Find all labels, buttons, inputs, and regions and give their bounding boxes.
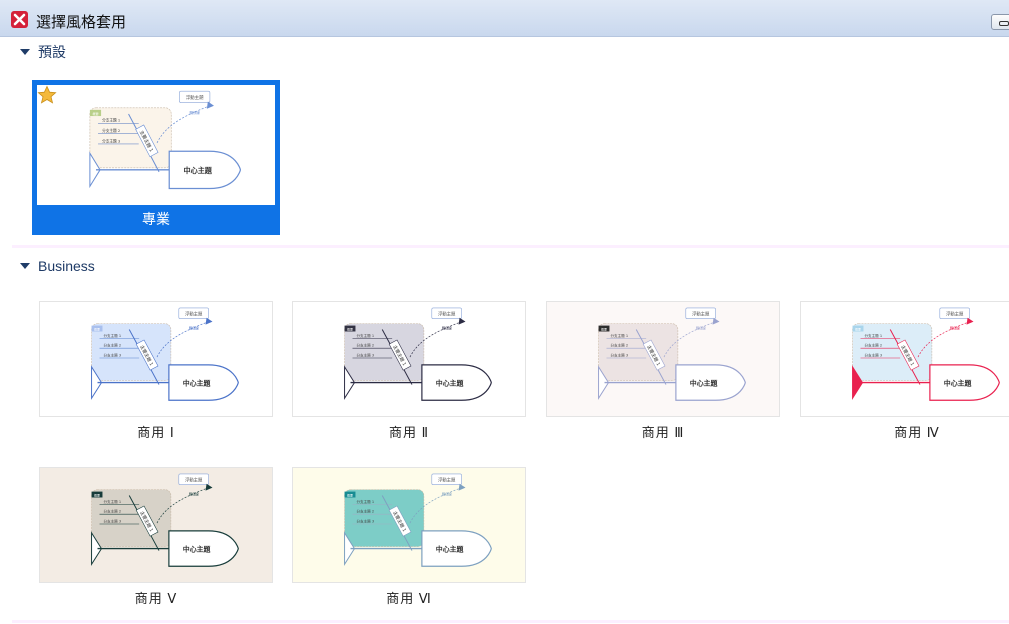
svg-text:浮動主題: 浮動主題 (946, 310, 964, 317)
svg-text:分支主題 2: 分支主題 2 (356, 343, 374, 348)
svg-text:中心主題: 中心主題 (436, 545, 464, 554)
section-default-header[interactable]: 預設 (20, 42, 66, 62)
svg-text:關係線: 關係線 (442, 326, 453, 331)
svg-text:概要: 概要 (92, 111, 98, 116)
svg-text:浮動主題: 浮動主題 (185, 476, 203, 483)
svg-text:分支主題 1: 分支主題 1 (103, 333, 121, 338)
svg-text:分支主題 1: 分支主題 1 (356, 499, 374, 504)
restore-window-button[interactable] (991, 14, 1009, 30)
svg-text:分支主題 2: 分支主題 2 (103, 509, 121, 514)
svg-text:分支主題 1: 分支主題 1 (610, 333, 628, 338)
svg-text:分支主題 3: 分支主題 3 (610, 353, 628, 358)
svg-text:分支主題 1: 分支主題 1 (103, 499, 121, 504)
svg-text:浮動主題: 浮動主題 (438, 310, 456, 317)
svg-text:中心主題: 中心主題 (690, 379, 718, 388)
svg-text:分支主題 2: 分支主題 2 (103, 343, 121, 348)
svg-text:分支主題 3: 分支主題 3 (356, 353, 374, 358)
style-card-business-3[interactable]: 概要 分支主題 1 分支主題 2 分支主題 3 主要主題 1 浮動主題 關係線 … (546, 301, 780, 441)
caret-down-icon (20, 263, 30, 269)
title-bar: 選擇風格套用 (0, 0, 1009, 37)
style-card-label: 商用 Ⅰ (137, 425, 175, 440)
style-thumbnail: 概要 分支主題 1 分支主題 2 分支主題 3 主要主題 1 浮動主題 關係線 … (39, 467, 273, 583)
style-card-label: 商用 Ⅳ (894, 425, 940, 440)
style-card-label: 專業 (142, 211, 170, 227)
svg-text:浮動主題: 浮動主題 (186, 94, 204, 101)
svg-text:中心主題: 中心主題 (183, 379, 211, 388)
svg-text:分支主題 2: 分支主題 2 (610, 343, 628, 348)
style-card-professional[interactable]: 概要 分支主題 1 分支主題 2 分支主題 3 主要主題 1 浮動主題 關係線 … (32, 80, 280, 235)
style-card-business-6[interactable]: 概要 分支主題 1 分支主題 2 分支主題 3 主要主題 1 浮動主題 關係線 … (292, 467, 526, 607)
style-thumbnail: 概要 分支主題 1 分支主題 2 分支主題 3 主要主題 1 浮動主題 關係線 … (292, 301, 526, 417)
svg-text:分支主題 1: 分支主題 1 (102, 118, 120, 123)
style-card-label: 商用 Ⅱ (388, 425, 429, 440)
svg-text:概要: 概要 (94, 327, 100, 332)
svg-text:浮動主題: 浮動主題 (438, 476, 456, 483)
section-business-header[interactable]: Business (20, 256, 95, 276)
svg-text:概要: 概要 (347, 327, 353, 332)
svg-text:浮動主題: 浮動主題 (692, 310, 710, 317)
svg-text:概要: 概要 (601, 327, 607, 332)
svg-text:分支主題 3: 分支主題 3 (103, 353, 121, 358)
caret-down-icon (20, 49, 30, 55)
window-title: 選擇風格套用 (36, 14, 127, 31)
style-thumbnail: 概要 分支主題 1 分支主題 2 分支主題 3 主要主題 1 浮動主題 關係線 … (39, 301, 273, 417)
style-thumbnail: 概要 分支主題 1 分支主題 2 分支主題 3 主要主題 1 浮動主題 關係線 … (292, 467, 526, 583)
svg-text:關係線: 關係線 (950, 326, 961, 331)
style-card-business-5[interactable]: 概要 分支主題 1 分支主題 2 分支主題 3 主要主題 1 浮動主題 關係線 … (39, 467, 273, 607)
style-card-label: 商用 Ⅵ (386, 591, 432, 606)
svg-text:分支主題 2: 分支主題 2 (864, 343, 882, 348)
svg-text:關係線: 關係線 (190, 110, 201, 115)
star-icon (37, 85, 57, 110)
svg-text:分支主題 1: 分支主題 1 (864, 333, 882, 338)
svg-text:中心主題: 中心主題 (436, 379, 464, 388)
svg-text:分支主題 3: 分支主題 3 (356, 519, 374, 524)
svg-text:分支主題 3: 分支主題 3 (864, 353, 882, 358)
svg-text:關係線: 關係線 (442, 492, 453, 497)
svg-text:浮動主題: 浮動主題 (185, 310, 203, 317)
restore-icon (999, 21, 1009, 26)
svg-text:分支主題 2: 分支主題 2 (102, 128, 120, 133)
style-thumbnail: 概要 分支主題 1 分支主題 2 分支主題 3 主要主題 1 浮動主題 關係線 … (800, 301, 1009, 417)
style-card-label: 商用 Ⅲ (641, 425, 685, 440)
style-card-business-4[interactable]: 概要 分支主題 1 分支主題 2 分支主題 3 主要主題 1 浮動主題 關係線 … (800, 301, 1009, 441)
style-card-business-1[interactable]: 概要 分支主題 1 分支主題 2 分支主題 3 主要主題 1 浮動主題 關係線 … (39, 301, 273, 441)
svg-text:分支主題 3: 分支主題 3 (102, 138, 121, 143)
section-default-label: 預設 (38, 44, 66, 60)
svg-text:概要: 概要 (94, 493, 100, 498)
svg-text:概要: 概要 (347, 493, 353, 498)
section-divider (12, 245, 1009, 248)
svg-text:關係線: 關係線 (189, 492, 200, 497)
svg-text:分支主題 2: 分支主題 2 (356, 509, 374, 514)
style-thumbnail: 概要 分支主題 1 分支主題 2 分支主題 3 主要主題 1 浮動主題 關係線 … (37, 85, 275, 205)
svg-text:中心主題: 中心主題 (183, 545, 211, 554)
svg-text:關係線: 關係線 (696, 326, 707, 331)
svg-text:中心主題: 中心主題 (183, 166, 212, 175)
svg-text:概要: 概要 (855, 327, 861, 332)
section-divider (12, 620, 1009, 623)
svg-text:關係線: 關係線 (189, 326, 200, 331)
svg-text:分支主題 3: 分支主題 3 (103, 519, 121, 524)
style-thumbnail: 概要 分支主題 1 分支主題 2 分支主題 3 主要主題 1 浮動主題 關係線 … (546, 301, 780, 417)
svg-text:分支主題 1: 分支主題 1 (356, 333, 374, 338)
style-card-business-2[interactable]: 概要 分支主題 1 分支主題 2 分支主題 3 主要主題 1 浮動主題 關係線 … (292, 301, 526, 441)
xmind-x-icon (11, 11, 28, 28)
section-business-label: Business (38, 258, 95, 274)
svg-text:中心主題: 中心主題 (944, 379, 972, 388)
style-card-label: 商用 Ⅴ (134, 591, 178, 606)
